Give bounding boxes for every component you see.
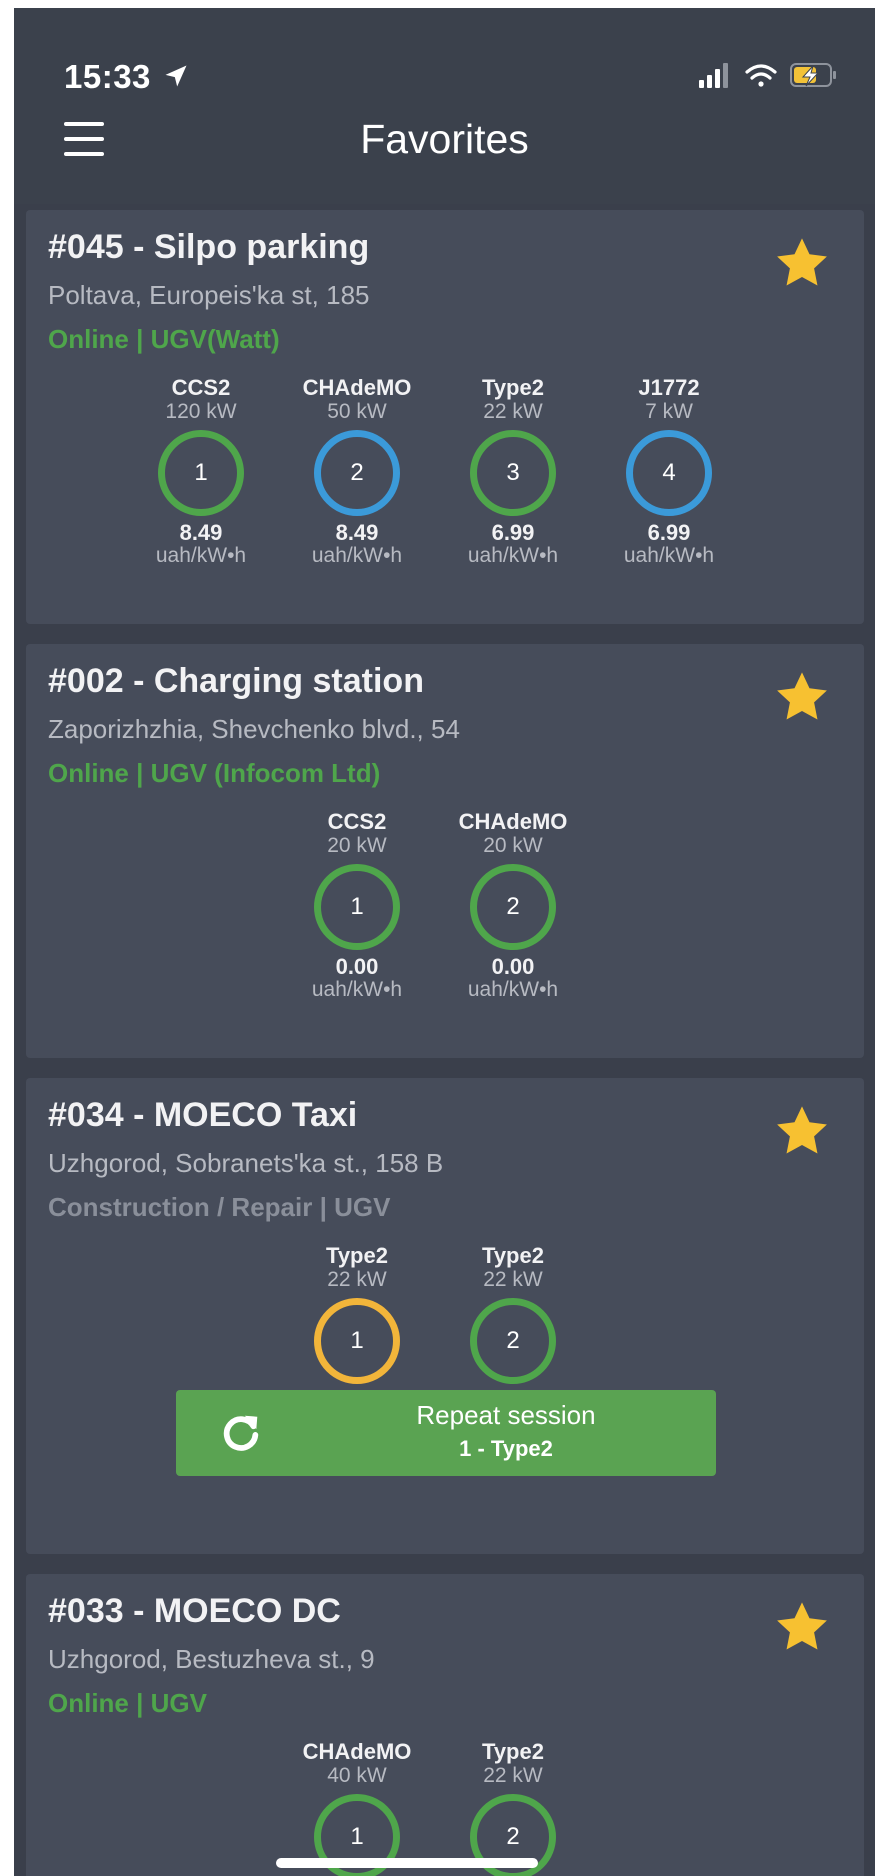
connector-power: 40 kW (327, 1764, 387, 1787)
station-address: Poltava, Europeis'ka st, 185 (48, 280, 370, 310)
repeat-session-connector: 1 - Type2 (459, 1436, 553, 1461)
connector-price: 6.99 (647, 520, 691, 545)
connector-type: J1772 (638, 375, 700, 400)
connector[interactable]: CHAdeMO 40 kW 1 (282, 1740, 432, 1876)
favorite-star-icon[interactable] (772, 234, 832, 292)
app-screen: 15:33 Favorites #045 - Silpo parking Pol… (14, 8, 875, 1876)
station-status: Online | UGV (48, 1688, 207, 1718)
connector-price: 6.99 (491, 520, 535, 545)
connector-price-unit: uah/kW•h (467, 978, 559, 1001)
connector-status-ring[interactable]: 2 (470, 1298, 556, 1384)
connector-price-unit: uah/kW•h (311, 544, 403, 567)
connector-power: 120 kW (165, 400, 237, 423)
wifi-icon (745, 64, 777, 87)
connector-price: 8.49 (335, 520, 379, 545)
location-arrow-icon (165, 65, 187, 87)
connector-status-ring[interactable]: 1 (314, 864, 400, 950)
station-status: Online | UGV (Infocom Ltd) (48, 758, 381, 788)
refresh-icon (223, 1415, 259, 1451)
connector[interactable]: CHAdeMO 20 kW 2 0.00 uah/kW•h (438, 810, 588, 1002)
connector[interactable]: CHAdeMO 50 kW 2 8.49 uah/kW•h (282, 376, 432, 568)
connector-price: 0.00 (335, 954, 379, 979)
connector-type: Type2 (482, 1243, 544, 1268)
connector-price-unit: uah/kW•h (155, 544, 247, 567)
connector[interactable]: Type2 22 kW 1 (282, 1244, 432, 1384)
repeat-session-label: Repeat session (416, 1400, 596, 1430)
connector-status-ring[interactable]: 3 (470, 430, 556, 516)
connector[interactable]: CCS2 120 kW 1 8.49 uah/kW•h (126, 376, 276, 568)
home-indicator (276, 1858, 538, 1868)
connector[interactable]: J1772 7 kW 4 6.99 uah/kW•h (594, 376, 744, 568)
station-card[interactable]: #034 - MOECO Taxi Uzhgorod, Sobranets'ka… (26, 1078, 864, 1554)
battery-charging-icon (790, 63, 836, 87)
connector-type: CHAdeMO (458, 809, 568, 834)
station-status: Construction / Repair | UGV (48, 1192, 391, 1222)
connector-power: 22 kW (327, 1268, 387, 1291)
favorite-star-icon[interactable] (772, 668, 832, 726)
connector-status-ring[interactable]: 1 (314, 1298, 400, 1384)
connector-power: 20 kW (327, 834, 387, 857)
connector-type: CHAdeMO (302, 375, 412, 400)
station-title: #034 - MOECO Taxi (48, 1096, 358, 1134)
station-title: #033 - MOECO DC (48, 1592, 341, 1630)
connector-power: 22 kW (483, 1764, 543, 1787)
connector-status-ring[interactable]: 2 (470, 864, 556, 950)
connector-status-ring[interactable]: 1 (158, 430, 244, 516)
connector[interactable]: Type2 22 kW 3 6.99 uah/kW•h (438, 376, 588, 568)
station-title: #002 - Charging station (48, 662, 424, 700)
connector-type: Type2 (326, 1243, 388, 1268)
connector-power: 22 kW (483, 400, 543, 423)
station-card[interactable]: #045 - Silpo parking Poltava, Europeis'k… (26, 210, 864, 624)
page-title: Favorites (360, 116, 529, 162)
connector-power: 50 kW (327, 400, 387, 423)
connector[interactable]: CCS2 20 kW 1 0.00 uah/kW•h (282, 810, 432, 1002)
connector-price-unit: uah/kW•h (311, 978, 403, 1001)
connector-power: 7 kW (645, 400, 693, 423)
station-title: #045 - Silpo parking (48, 228, 370, 266)
connector-status-ring[interactable]: 4 (626, 430, 712, 516)
connector-price-unit: uah/kW•h (467, 544, 559, 567)
station-address: Uzhgorod, Bestuzheva st., 9 (48, 1644, 375, 1674)
signal-icon (699, 63, 728, 88)
station-card[interactable]: #033 - MOECO DC Uzhgorod, Bestuzheva st.… (26, 1574, 864, 1876)
favorite-star-icon[interactable] (772, 1598, 832, 1656)
status-icons (699, 63, 836, 88)
favorite-star-icon[interactable] (772, 1102, 832, 1160)
connector[interactable]: Type2 22 kW 2 (438, 1244, 588, 1384)
connector-type: Type2 (482, 1739, 544, 1764)
connector-status-ring[interactable]: 2 (314, 430, 400, 516)
station-address: Uzhgorod, Sobranets'ka st., 158 B (48, 1148, 444, 1178)
station-address: Zaporizhzhia, Shevchenko blvd., 54 (48, 714, 460, 744)
connector-price-unit: uah/kW•h (623, 544, 715, 567)
connector-type: CCS2 (327, 809, 387, 834)
station-card[interactable]: #002 - Charging station Zaporizhzhia, Sh… (26, 644, 864, 1058)
status-time: 15:33 (64, 58, 151, 95)
connector-type: CCS2 (171, 375, 231, 400)
top-bar: 15:33 Favorites (14, 8, 875, 204)
connector-price: 8.49 (179, 520, 223, 545)
connector-type: CHAdeMO (302, 1739, 412, 1764)
station-status: Online | UGV(Watt) (48, 324, 280, 354)
connector-power: 22 kW (483, 1268, 543, 1291)
repeat-session-button[interactable]: Repeat session 1 - Type2 (176, 1390, 716, 1476)
connector-type: Type2 (482, 375, 544, 400)
connector[interactable]: Type2 22 kW 2 (438, 1740, 588, 1876)
connector-price: 0.00 (491, 954, 535, 979)
connector-power: 20 kW (483, 834, 543, 857)
